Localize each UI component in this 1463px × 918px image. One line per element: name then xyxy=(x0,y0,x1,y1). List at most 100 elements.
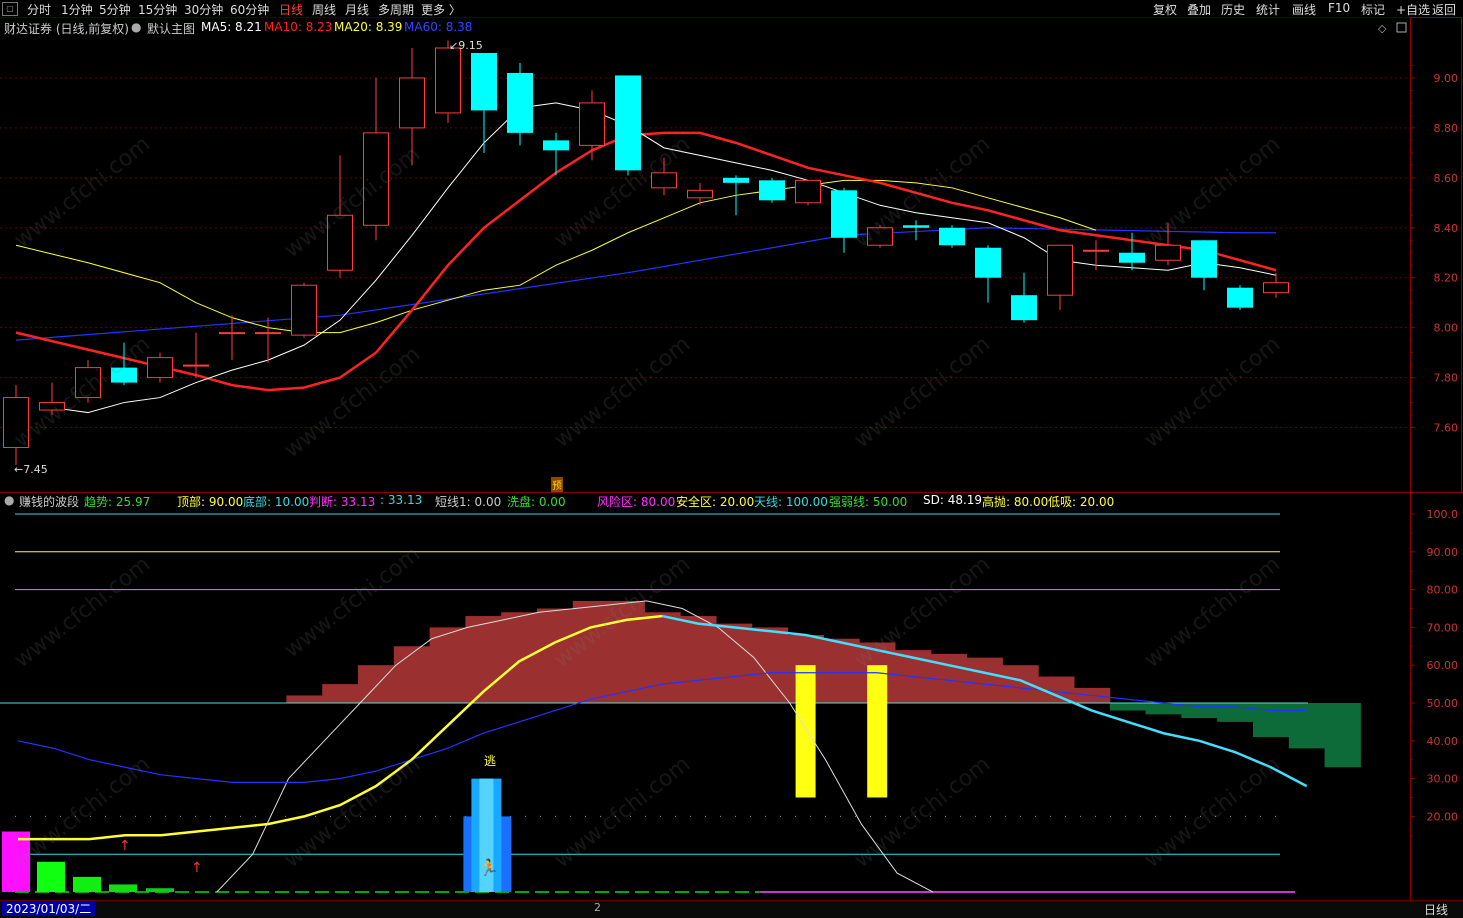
candle-body-down xyxy=(507,72,533,133)
price-tick-label: 8.80 xyxy=(1434,122,1459,135)
candle-body-down xyxy=(543,140,569,151)
histogram-bar xyxy=(1217,703,1254,722)
ind-tick-label: 100.0 xyxy=(1427,508,1459,521)
bottom-signal-bar xyxy=(109,884,137,892)
indicator-param-12: 高抛: 80.00 xyxy=(982,495,1049,509)
candle-body-up xyxy=(435,47,461,114)
ind-tick-label: 40.00 xyxy=(1427,735,1459,748)
yu-marker: 预 xyxy=(551,477,563,492)
main-template[interactable]: 默认主图 xyxy=(147,20,195,37)
ma60-line xyxy=(15,227,1276,341)
bottom-signal-bar xyxy=(37,861,65,892)
ma60-label: MA60: 8.38 xyxy=(404,20,473,34)
date-cursor: 2023/01/03/二 xyxy=(2,902,96,916)
low-marker: ←7.45 xyxy=(14,463,48,476)
histogram-bar xyxy=(1324,703,1361,768)
price-tick-label: 7.80 xyxy=(1434,372,1459,385)
candle-body-down xyxy=(903,225,929,228)
price-tick-label: 8.20 xyxy=(1434,272,1459,285)
indicator-param-1: 顶部: 90.00 xyxy=(177,495,244,509)
indicator-param-6: 洗盘: 0.00 xyxy=(507,495,566,509)
red-up-arrow: ↑ xyxy=(191,860,203,876)
ind-tick-label: 80.00 xyxy=(1427,584,1459,597)
ind-tick-label: 90.00 xyxy=(1427,546,1459,559)
candle-body-up xyxy=(687,189,713,199)
ind-tick-label: 50.00 xyxy=(1427,697,1459,710)
runner-icon: 🏃 xyxy=(479,858,499,877)
candle-body-up xyxy=(291,284,317,336)
yellow-signal-bar xyxy=(867,665,888,798)
ind-tick-label: 20.00 xyxy=(1427,810,1459,823)
histogram-bar xyxy=(751,627,789,703)
ma10-label: MA10: 8.23 xyxy=(264,20,333,34)
candle-body-down xyxy=(1119,252,1145,263)
histogram-bar xyxy=(716,623,753,703)
candle-body-up xyxy=(147,357,173,379)
candle-body-up xyxy=(1263,282,1289,294)
indicator-param-3: 判断: 33.13 xyxy=(309,495,376,509)
indicator-param-11: SD: 48.19 xyxy=(923,493,983,507)
candle-body-down xyxy=(1227,287,1253,308)
histogram-bar xyxy=(1002,665,1039,703)
histogram-bar xyxy=(1288,703,1326,749)
indicator-param-4: : 33.13 xyxy=(380,493,423,507)
histogram-bar xyxy=(358,665,395,703)
diamond-icon: ◇ xyxy=(1378,22,1387,35)
candle-body-up xyxy=(399,77,425,129)
ind-tick-label: 30.00 xyxy=(1427,773,1459,786)
candle-body-down xyxy=(759,180,785,201)
candle-body-down xyxy=(939,227,965,246)
price-tick-label: 7.60 xyxy=(1434,422,1459,435)
indicator-param-5: 短线1: 0.00 xyxy=(435,495,502,509)
price-tick-label: 8.40 xyxy=(1434,222,1459,235)
price-tick-label: 9.00 xyxy=(1434,72,1459,85)
price-tick-label: 8.60 xyxy=(1434,172,1459,185)
indicator-title: 赚钱的波段 xyxy=(19,495,80,509)
candle-body-down xyxy=(723,177,749,183)
candle-body-down xyxy=(471,52,497,111)
histogram-bar xyxy=(966,657,1003,703)
indicator-param-2: 底部: 10.00 xyxy=(243,495,310,509)
candle-body-up xyxy=(183,364,209,367)
candle-body-down xyxy=(975,247,1001,278)
indicator-param-9: 天线: 100.00 xyxy=(754,495,828,509)
escape-marker: 逃 xyxy=(484,754,497,768)
candle-body-up xyxy=(795,179,821,204)
histogram-bar xyxy=(644,612,681,703)
histogram-bar xyxy=(393,646,431,703)
bottom-signal-bar xyxy=(73,876,101,892)
period-label[interactable]: 日线 xyxy=(1424,901,1448,918)
candle-body-up xyxy=(219,332,245,335)
histogram-bar xyxy=(1109,703,1147,711)
page-number: 2 xyxy=(594,901,601,914)
ma20-line xyxy=(15,179,1097,334)
indicator-param-0: 趋势: 25.97 xyxy=(84,495,151,509)
candle-body-up xyxy=(1083,249,1109,252)
dropdown-circle-icon[interactable]: ● xyxy=(131,20,141,34)
ind-tick-label: 70.00 xyxy=(1427,621,1459,634)
candle-body-up xyxy=(579,102,605,146)
high-marker: ↙9.15 xyxy=(449,39,483,52)
bottom-bar xyxy=(0,900,1463,918)
histogram-bar xyxy=(429,627,466,703)
indicator-param-10: 强弱线: 50.00 xyxy=(829,495,908,509)
bottom-signal-bar xyxy=(146,888,174,892)
yellow-signal-bar xyxy=(795,665,816,798)
indicator-param-8: 安全区: 20.00 xyxy=(676,495,755,509)
indicator-dropdown-icon[interactable]: ● xyxy=(4,493,14,507)
candle-body-down xyxy=(1191,240,1217,278)
histogram-bar xyxy=(1253,703,1290,738)
ind-tick-label: 60.00 xyxy=(1427,659,1459,672)
square-icon xyxy=(1396,22,1407,33)
candle-body-up xyxy=(255,332,281,335)
ma5-label: MA5: 8.21 xyxy=(201,20,262,34)
candle-body-up xyxy=(1047,244,1073,296)
main-title: 财达证券 (日线,前复权) xyxy=(4,22,129,36)
red-up-arrow: ↑ xyxy=(119,838,131,854)
histogram-bar xyxy=(286,695,323,703)
histogram-bar xyxy=(322,684,359,703)
price-tick-label: 8.00 xyxy=(1434,322,1459,335)
ma20-label: MA20: 8.39 xyxy=(334,20,403,34)
histogram-bar xyxy=(680,616,717,703)
candle-body-down xyxy=(615,75,641,171)
